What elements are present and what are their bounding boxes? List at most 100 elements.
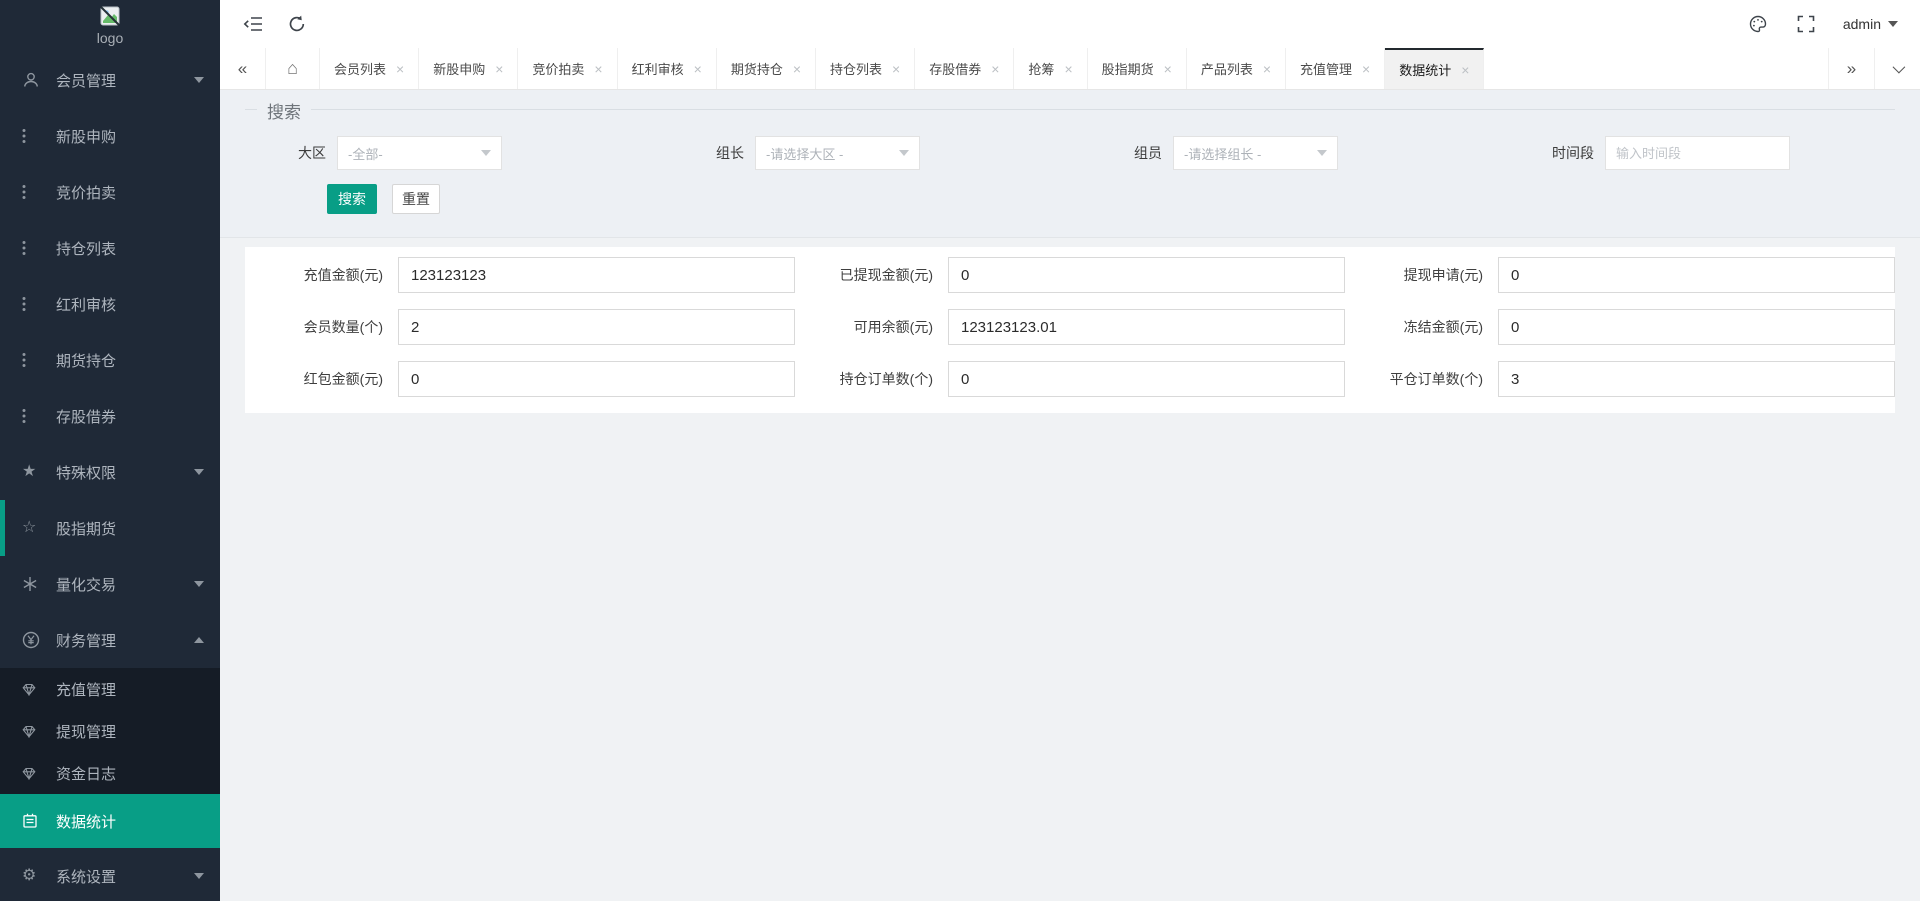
stat-redpacket-amount-input[interactable] (398, 361, 795, 397)
stat-closed-orders-input[interactable] (1498, 361, 1895, 397)
reset-button[interactable]: 重置 (392, 184, 440, 214)
sidebar-item-position-list[interactable]: 持仓列表 (0, 220, 220, 276)
tab-label: 产品列表 (1201, 59, 1253, 78)
close-icon[interactable]: × (1263, 62, 1271, 76)
tabs-menu-button[interactable] (1874, 48, 1920, 89)
time-range-input[interactable] (1605, 136, 1790, 170)
tab-recharge-manage[interactable]: 充值管理× (1286, 48, 1385, 89)
user-menu[interactable]: admin (1843, 16, 1898, 32)
filter-group-leader: 组长 -请选择大区 - (716, 136, 920, 170)
stat-label: 已提现金额(元) (795, 265, 933, 285)
home-tab[interactable]: ⌂ (266, 48, 320, 89)
collapse-sidebar-icon[interactable] (242, 13, 264, 35)
close-icon[interactable]: × (594, 62, 602, 76)
tab-futures-position[interactable]: 期货持仓× (717, 48, 816, 89)
dots-icon (22, 296, 56, 312)
sidebar-item-auction[interactable]: 竞价拍卖 (0, 164, 220, 220)
tab-label: 新股申购 (433, 59, 485, 78)
stat-label: 持仓订单数(个) (795, 369, 933, 389)
close-icon[interactable]: × (396, 62, 404, 76)
snowflake-icon (22, 576, 56, 592)
region-select[interactable]: -全部- (337, 136, 502, 170)
close-icon[interactable]: × (694, 62, 702, 76)
filter-label: 时间段 (1552, 143, 1594, 163)
sidebar-item-label: 充值管理 (56, 679, 116, 700)
stat-member-count-input[interactable] (398, 309, 795, 345)
tabs-scroll-right-button[interactable]: » (1828, 48, 1874, 89)
star-outline-icon: ☆ (22, 520, 56, 536)
gear-icon: ⚙ (22, 868, 56, 884)
sidebar-item-futures-position[interactable]: 期货持仓 (0, 332, 220, 388)
refresh-icon[interactable] (286, 13, 308, 35)
tab-index-futures[interactable]: 股指期货 × (1088, 48, 1187, 89)
close-icon[interactable]: × (1064, 62, 1072, 76)
sidebar-item-withdraw-manage[interactable]: 提现管理 (0, 710, 220, 752)
sidebar-item-member-manage[interactable]: 会员管理 (0, 52, 220, 108)
close-icon[interactable]: × (1164, 62, 1172, 76)
tab-new-stock[interactable]: 新股申购 × (419, 48, 518, 89)
group-leader-select[interactable]: -请选择大区 - (755, 136, 920, 170)
logo: logo (0, 0, 220, 52)
filter-label: 组员 (1134, 143, 1162, 163)
sidebar-item-index-futures[interactable]: ☆ 股指期货 (0, 500, 220, 556)
tabs-scroll-left-button[interactable]: « (220, 48, 266, 89)
stat-available-balance-input[interactable] (948, 309, 1345, 345)
gem-icon (22, 683, 56, 696)
tab-grab[interactable]: 抢筹× (1014, 48, 1087, 89)
tab-label: 股指期货 (1102, 59, 1154, 78)
tab-auction[interactable]: 竞价拍卖× (518, 48, 617, 89)
stat-open-orders-input[interactable] (948, 361, 1345, 397)
app-root: logo 会员管理 新股申购 (0, 0, 1920, 901)
statistics-grid: 充值金额(元) 已提现金额(元) 提现申请(元) 会员数量(个) (245, 257, 1895, 397)
tab-member-list[interactable]: 会员列表× (320, 48, 419, 89)
dots-icon (22, 128, 56, 144)
close-icon[interactable]: × (892, 62, 900, 76)
logo-alt-text: logo (97, 30, 123, 46)
sidebar-item-finance-manage[interactable]: 财务管理 (0, 612, 220, 668)
tab-stock-lending[interactable]: 存股借券× (915, 48, 1014, 89)
dots-icon (22, 184, 56, 200)
sidebar-item-label: 股指期货 (56, 518, 116, 539)
sidebar-item-recharge-manage[interactable]: 充值管理 (0, 668, 220, 710)
yen-circle-icon (22, 631, 56, 649)
stat-withdraw-requests-input[interactable] (1498, 257, 1895, 293)
sidebar-item-dividend-audit[interactable]: 红利审核 (0, 276, 220, 332)
close-icon[interactable]: × (1461, 63, 1469, 77)
close-icon[interactable]: × (991, 62, 999, 76)
stat-recharge-amount: 充值金额(元) (245, 257, 795, 293)
sidebar: logo 会员管理 新股申购 (0, 0, 220, 901)
tab-position-list[interactable]: 持仓列表 × (816, 48, 915, 89)
sidebar-item-data-statistics[interactable]: 数据统计 (0, 794, 220, 848)
chevron-down-icon (194, 469, 204, 475)
search-button[interactable]: 搜索 (327, 184, 377, 214)
sidebar-item-quant-trading[interactable]: 量化交易 (0, 556, 220, 612)
tab-product-list[interactable]: 产品列表 × (1187, 48, 1286, 89)
search-section: 搜索 大区 -全部- 组长 -请选择大区 - (220, 90, 1920, 238)
group-member-select[interactable]: -请选择组长 - (1173, 136, 1338, 170)
stat-withdrawn-amount-input[interactable] (948, 257, 1345, 293)
close-icon[interactable]: × (793, 62, 801, 76)
theme-palette-icon[interactable] (1747, 13, 1769, 35)
close-icon[interactable]: × (495, 62, 503, 76)
sidebar-item-special-perms[interactable]: ★ 特殊权限 (0, 444, 220, 500)
tab-bar: « ⌂ 会员列表× 新股申购× 竞价拍卖× 红利审核× 期货持仓× 持仓列表× … (220, 48, 1920, 90)
sidebar-item-system-settings[interactable]: ⚙ 系统设置 (0, 848, 220, 901)
tab-label: 持仓列表 (830, 59, 882, 78)
fullscreen-icon[interactable] (1795, 13, 1817, 35)
stat-recharge-amount-input[interactable] (398, 257, 795, 293)
tab-label: 数据统计 (1399, 60, 1451, 79)
sidebar-item-label: 系统设置 (56, 866, 116, 887)
tab-dividend-audit[interactable]: 红利审核× (618, 48, 717, 89)
sidebar-item-fund-log[interactable]: 资金日志 (0, 752, 220, 794)
main-area: admin « ⌂ 会员列表× 新股申购× 竞价拍卖× 红利审核× 期货持仓× … (220, 0, 1920, 901)
tab-data-statistics[interactable]: 数据统计 × (1385, 48, 1484, 89)
chevron-down-icon (194, 873, 204, 879)
sidebar-item-stock-lending[interactable]: 存股借券 (0, 388, 220, 444)
star-filled-icon: ★ (22, 464, 56, 480)
stat-label: 红包金额(元) (245, 369, 383, 389)
sidebar-item-new-stock[interactable]: 新股申购 (0, 108, 220, 164)
stat-withdrawn-amount: 已提现金额(元) (795, 257, 1345, 293)
close-icon[interactable]: × (1362, 62, 1370, 76)
stat-frozen-amount-input[interactable] (1498, 309, 1895, 345)
sidebar-item-label: 特殊权限 (56, 462, 116, 483)
